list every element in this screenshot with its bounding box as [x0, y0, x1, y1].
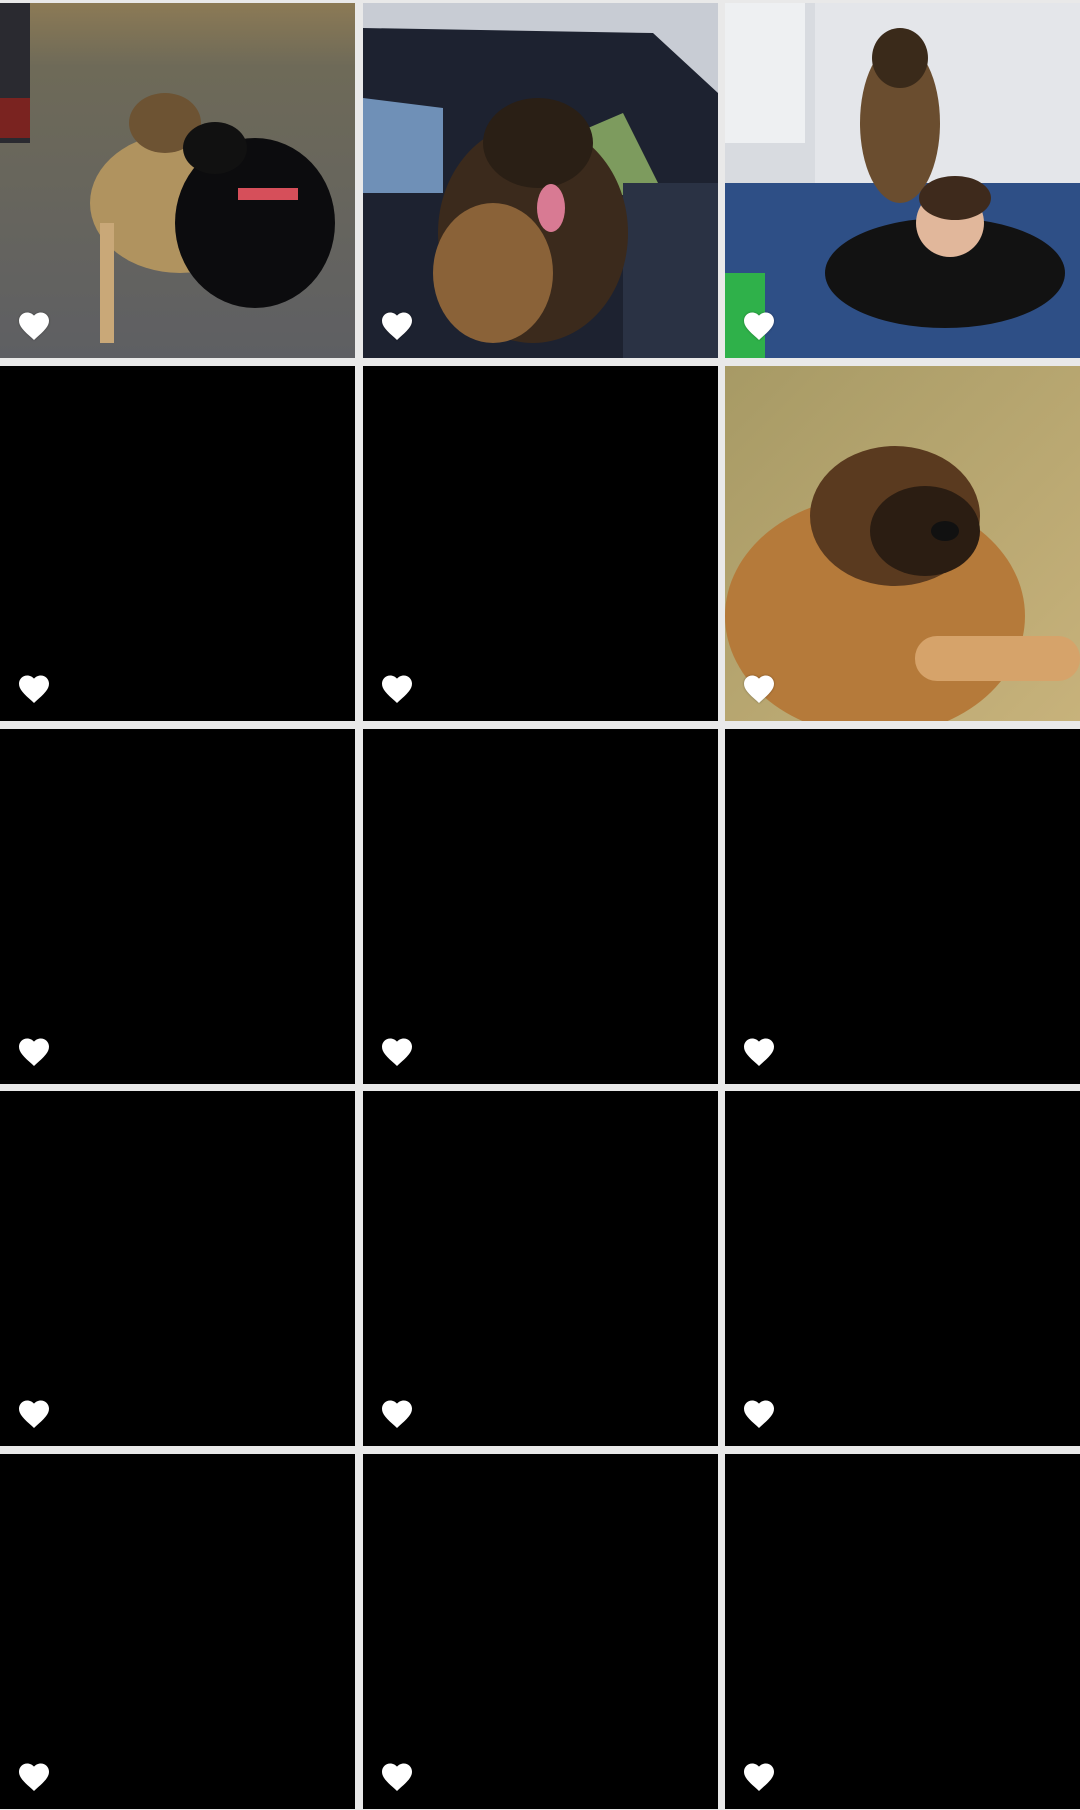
photo-tile-empty[interactable] [0, 728, 355, 1084]
photo-tile-empty[interactable] [0, 365, 355, 721]
heart-icon[interactable] [741, 1034, 777, 1070]
heart-icon[interactable] [379, 1396, 415, 1432]
photo-grid [0, 0, 1080, 1810]
photo-dog-lying-on-grass [725, 365, 1080, 721]
heart-icon[interactable] [16, 1759, 52, 1795]
photo-tile-empty[interactable] [0, 1454, 355, 1809]
heart-icon[interactable] [379, 308, 415, 344]
photo-tile-empty[interactable] [362, 728, 718, 1084]
heart-icon[interactable] [16, 671, 52, 707]
heart-icon[interactable] [16, 1034, 52, 1070]
photo-tile-empty[interactable] [362, 1091, 718, 1447]
heart-icon[interactable] [16, 1396, 52, 1432]
photo-tile[interactable] [0, 3, 355, 358]
photo-two-dogs-on-gravel [0, 3, 355, 358]
heart-icon[interactable] [741, 1759, 777, 1795]
photo-tile-empty[interactable] [362, 365, 718, 721]
photo-tile-empty[interactable] [725, 728, 1080, 1084]
photo-tile-empty[interactable] [362, 1454, 718, 1809]
heart-icon[interactable] [379, 1759, 415, 1795]
photo-dog-with-boy [725, 3, 1080, 358]
heart-icon[interactable] [741, 671, 777, 707]
photo-tile-empty[interactable] [0, 1091, 355, 1447]
heart-icon[interactable] [379, 671, 415, 707]
photo-tile[interactable] [725, 3, 1080, 358]
photo-tile[interactable] [725, 365, 1080, 721]
photo-dog-in-car [362, 3, 718, 358]
photo-tile-empty[interactable] [725, 1091, 1080, 1447]
heart-icon[interactable] [16, 308, 52, 344]
heart-icon[interactable] [741, 308, 777, 344]
photo-tile-empty[interactable] [725, 1454, 1080, 1809]
heart-icon[interactable] [379, 1034, 415, 1070]
photo-tile[interactable] [362, 3, 718, 358]
heart-icon[interactable] [741, 1396, 777, 1432]
